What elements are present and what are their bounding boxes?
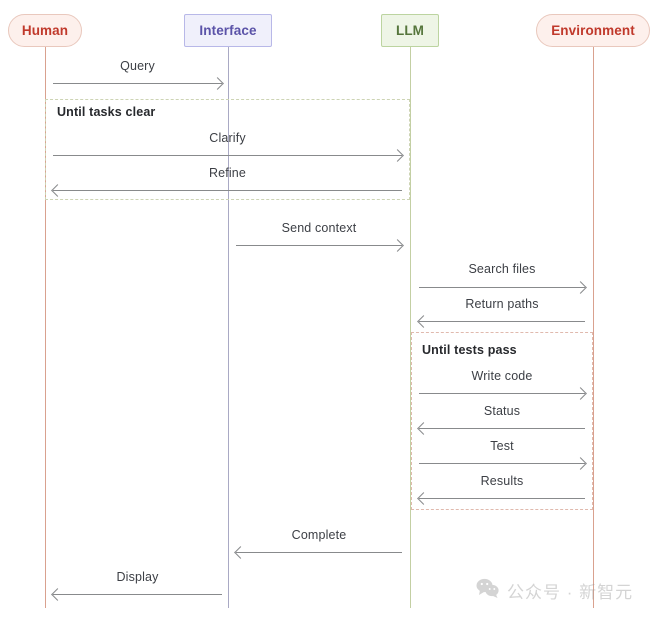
msg-search-files-line (419, 287, 585, 288)
msg-complete-arrowhead (234, 546, 247, 559)
msg-display-label: Display (116, 570, 159, 584)
msg-clarify-label: Clarify (209, 131, 246, 145)
msg-query-line (53, 83, 222, 84)
lifeline-environment (593, 47, 594, 608)
watermark: 公众号 · 新智元 (476, 578, 633, 603)
msg-results-line (419, 498, 585, 499)
msg-status-label: Status (483, 404, 521, 418)
msg-display-line (53, 594, 222, 595)
sequence-diagram-canvas: Until tasks clear Until tests pass Human In… (0, 0, 667, 625)
msg-refine-label: Refine (208, 166, 247, 180)
loop-until-tests-pass-label: Until tests pass (422, 343, 517, 357)
msg-complete-label: Complete (291, 528, 347, 542)
msg-send-context-arrowhead (391, 239, 404, 252)
lifeline-llm (410, 47, 411, 608)
loop-until-tasks-clear-label: Until tasks clear (57, 105, 156, 119)
msg-return-paths-arrowhead (417, 315, 430, 328)
msg-query-arrowhead (211, 77, 224, 90)
participant-label-llm: LLM (395, 23, 425, 38)
msg-test-label: Test (490, 439, 514, 453)
msg-clarify-line (53, 155, 402, 156)
msg-return-paths-line (419, 321, 585, 322)
msg-complete-line (236, 552, 402, 553)
msg-status-line (419, 428, 585, 429)
participant-environment[interactable]: Environment (536, 14, 650, 47)
msg-refine-line (53, 190, 402, 191)
msg-display-arrowhead (51, 588, 64, 601)
participant-human[interactable]: Human (8, 14, 82, 47)
msg-test-line (419, 463, 585, 464)
msg-search-files-label: Search files (468, 262, 536, 276)
wechat-icon (476, 578, 500, 603)
participant-interface[interactable]: Interface (184, 14, 272, 47)
participant-llm[interactable]: LLM (381, 14, 439, 47)
msg-search-files-arrowhead (574, 281, 587, 294)
participant-label-human: Human (21, 23, 69, 38)
msg-write-code-line (419, 393, 585, 394)
msg-write-code-label: Write code (471, 369, 533, 383)
msg-query-label: Query (120, 59, 155, 73)
msg-results-label: Results (480, 474, 524, 488)
msg-send-context-line (236, 245, 402, 246)
msg-send-context-label: Send context (281, 221, 357, 235)
msg-return-paths-label: Return paths (465, 297, 539, 311)
participant-label-interface: Interface (199, 23, 257, 38)
watermark-text: 公众号 · 新智元 (507, 583, 634, 602)
participant-label-environment: Environment (551, 23, 635, 38)
